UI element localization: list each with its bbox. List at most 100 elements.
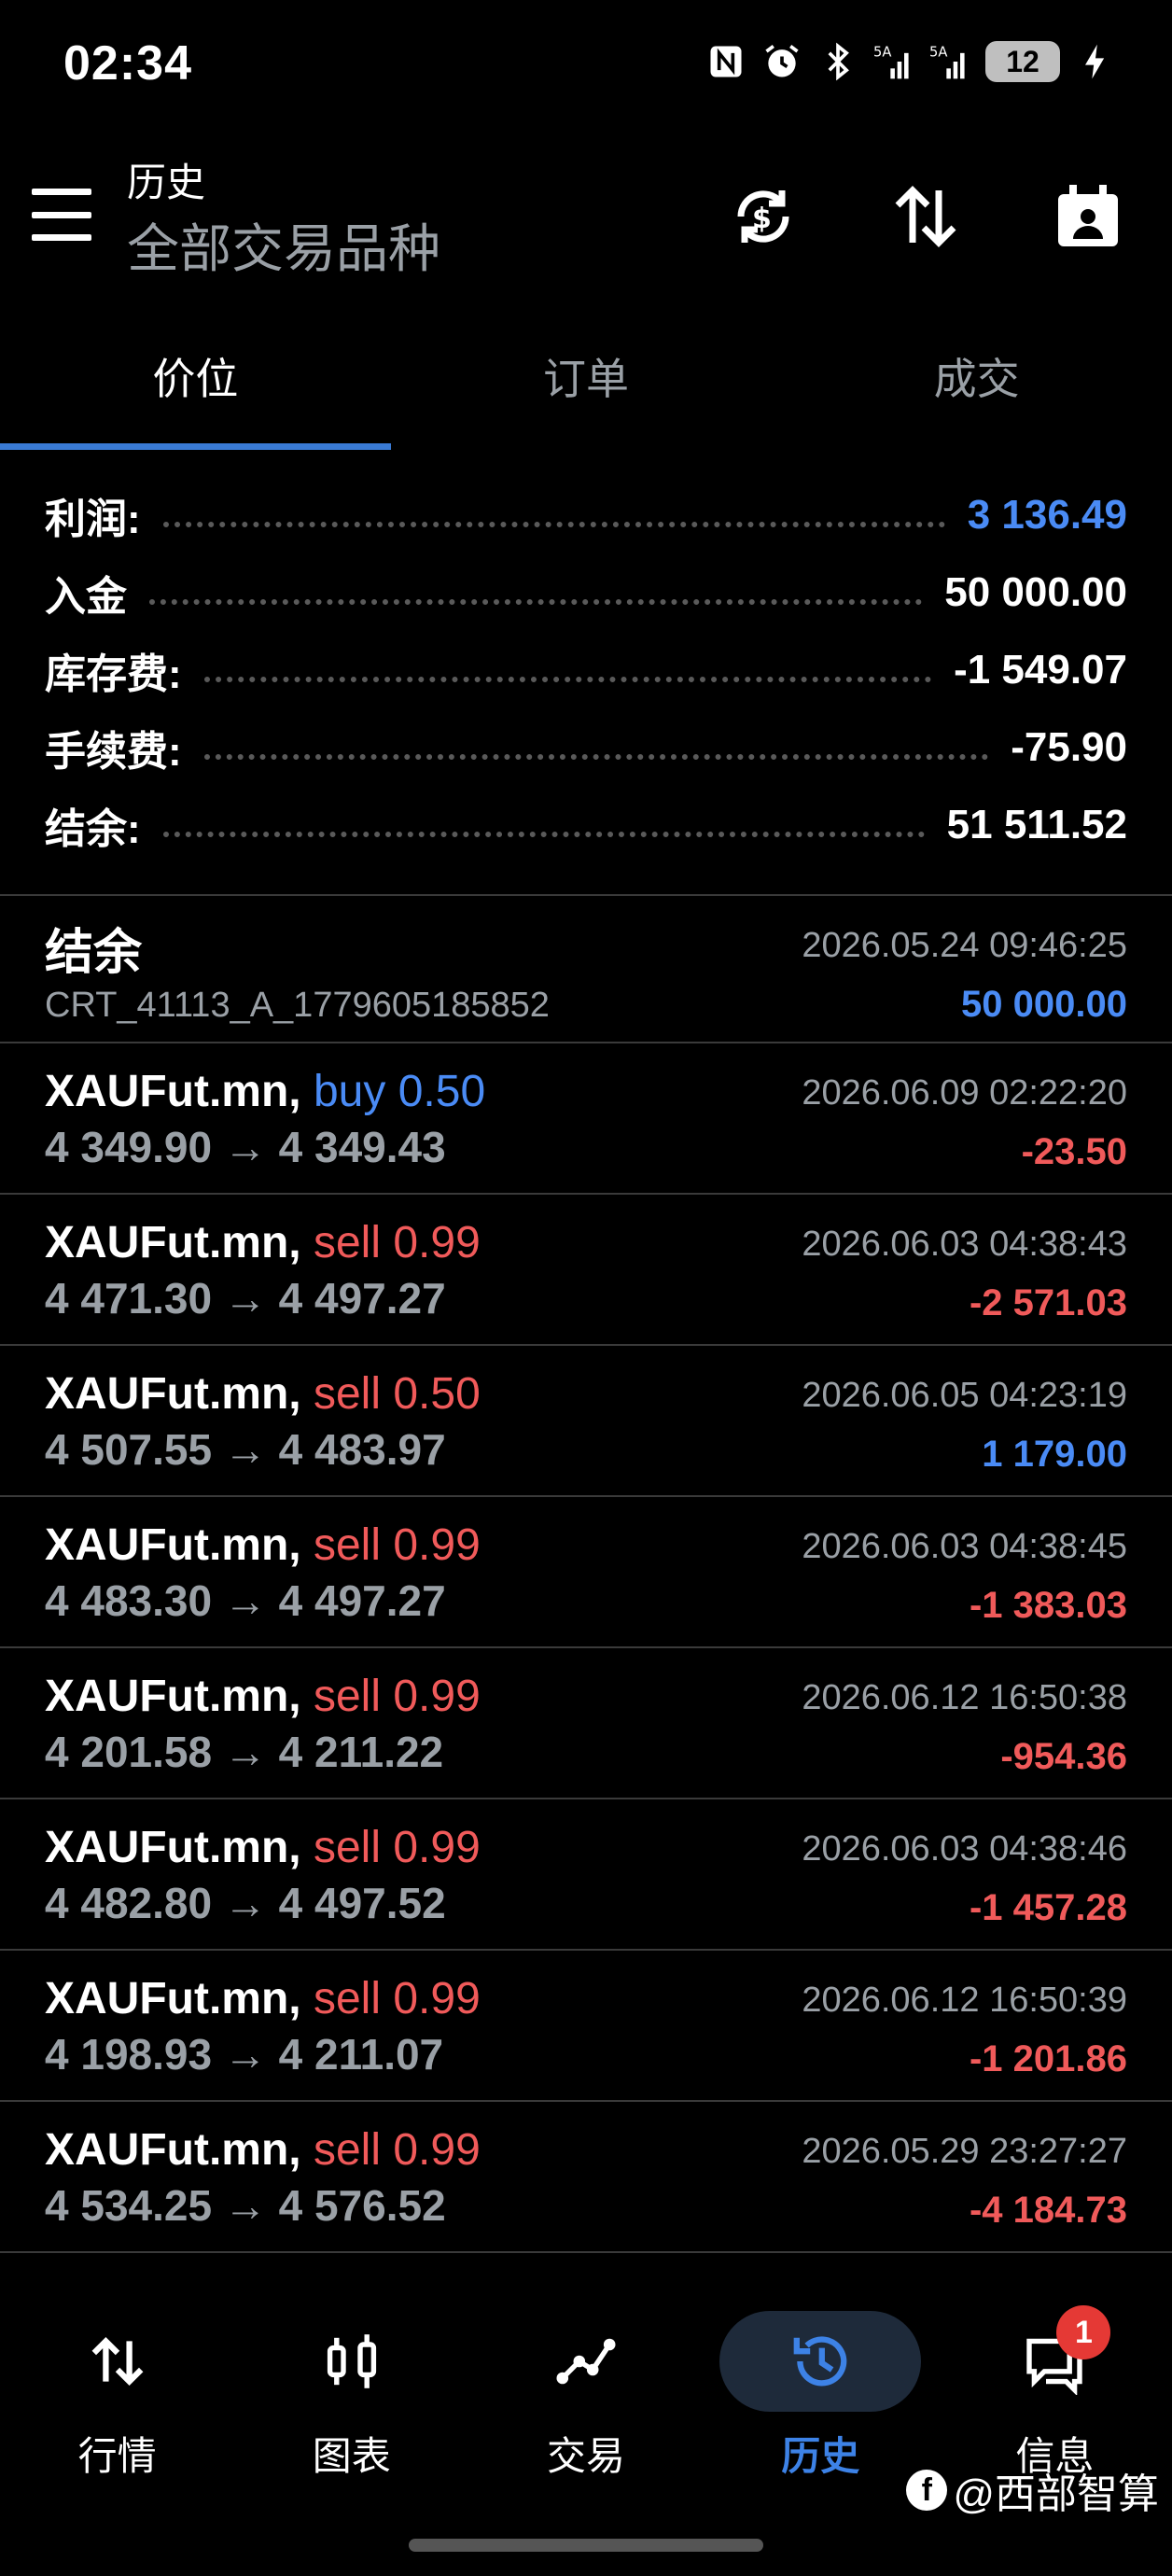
summary-panel: 利润: 3 136.49 入金 50 000.00 库存费: -1 549.07…	[0, 476, 1172, 863]
nav-quotes[interactable]: 行情	[0, 2277, 234, 2492]
deal-side: sell 0.99	[313, 1218, 481, 1267]
deal-symbol-name: XAUFut.mn,	[45, 1218, 301, 1267]
deal-prices: 4 471.30 → 4 497.27	[45, 1274, 446, 1323]
deal-profit: 1 179.00	[982, 1434, 1127, 1475]
deal-side: sell 0.99	[313, 1823, 481, 1872]
symbol-filter[interactable]: 全部交易品种	[127, 207, 440, 283]
sort-icon[interactable]	[881, 172, 970, 261]
deal-side: sell 0.99	[313, 1672, 481, 1721]
deal-symbol: XAUFut.mn, sell 0.99	[45, 2124, 481, 2176]
balance-entry-amount: 50 000.00	[961, 984, 1127, 1025]
watermark: f @西部智算	[906, 2460, 1159, 2520]
app-bar: 历史 全部交易品种 $	[0, 131, 1172, 299]
deal-symbol-name: XAUFut.mn,	[45, 2125, 301, 2175]
deal-profit: -1 201.86	[969, 2038, 1127, 2079]
svg-text:5A: 5A	[929, 45, 947, 61]
deal-symbol: XAUFut.mn, buy 0.50	[45, 1066, 485, 1117]
deal-row[interactable]: XAUFut.mn, buy 0.50 4 349.90 → 4 349.43 20…	[0, 1043, 1172, 1195]
deal-row[interactable]: XAUFut.mn, sell 0.99 4 482.80 → 4 497.52 2…	[0, 1799, 1172, 1951]
deal-row[interactable]: XAUFut.mn, sell 0.99 4 534.25 → 4 576.52 2…	[0, 2102, 1172, 2253]
status-time: 02:34	[63, 36, 192, 91]
deal-time: 2026.06.09 02:22:20	[802, 1073, 1127, 1113]
history-clock-icon	[793, 2336, 847, 2387]
deal-profit: -4 184.73	[969, 2190, 1127, 2231]
summary-label: 库存费:	[45, 651, 182, 697]
deal-symbol: XAUFut.mn, sell 0.99	[45, 1217, 481, 1268]
balance-entry-id: CRT_41113_A_1779605185852	[45, 986, 550, 1025]
deal-prices: 4 201.58 → 4 211.22	[45, 1728, 444, 1776]
dotted-leader	[149, 595, 923, 605]
deal-prices: 4 483.30 → 4 497.27	[45, 1576, 446, 1625]
signal-5g-icon: 5A	[873, 41, 914, 82]
summary-value: 51 511.52	[946, 801, 1127, 847]
sync-currency-icon[interactable]: $	[719, 172, 808, 261]
tab-orders[interactable]: 订单	[391, 327, 782, 450]
deal-side: buy 0.50	[313, 1067, 486, 1116]
deal-row[interactable]: XAUFut.mn, sell 0.99 4 471.30 → 4 497.27 2…	[0, 1195, 1172, 1346]
deal-symbol: XAUFut.mn, sell 0.99	[45, 1519, 481, 1571]
summary-value: 3 136.49	[967, 491, 1127, 538]
nav-label: 行情	[77, 2434, 157, 2478]
dotted-leader	[162, 828, 925, 837]
deal-symbol-name: XAUFut.mn,	[45, 1067, 301, 1116]
deal-profit: -2 571.03	[969, 1282, 1127, 1323]
deal-time: 2026.06.03 04:38:46	[802, 1829, 1127, 1869]
deal-row[interactable]: XAUFut.mn, sell 0.99 4 483.30 → 4 497.27 2…	[0, 1497, 1172, 1648]
deal-symbol-name: XAUFut.mn,	[45, 1974, 301, 2023]
menu-icon[interactable]	[32, 189, 91, 241]
bluetooth-icon	[817, 41, 858, 82]
deal-symbol: XAUFut.mn, sell 0.99	[45, 1671, 481, 1722]
tab-deals[interactable]: 成交	[781, 327, 1172, 450]
quotes-arrows-icon	[91, 2336, 144, 2387]
nfc-icon	[705, 41, 746, 82]
deal-time: 2026.06.12 16:50:38	[802, 1678, 1127, 1717]
tab-positions[interactable]: 价位	[0, 327, 391, 450]
balance-entry-time: 2026.05.24 09:46:25	[802, 926, 1127, 965]
calendar-icon[interactable]	[1043, 172, 1133, 261]
deal-side: sell 0.50	[313, 1369, 481, 1419]
svg-text:5A: 5A	[873, 45, 891, 61]
deal-row[interactable]: XAUFut.mn, sell 0.50 4 507.55 → 4 483.97 2…	[0, 1346, 1172, 1497]
deal-prices: 4 507.55 → 4 483.97	[45, 1425, 446, 1474]
nav-charts[interactable]: 图表	[234, 2277, 468, 2492]
deal-profit: -1 457.28	[969, 1887, 1127, 1928]
deal-row[interactable]: XAUFut.mn, sell 0.99 4 198.93 → 4 211.07 2…	[0, 1951, 1172, 2102]
nav-label: 交易	[547, 2434, 626, 2478]
alarm-icon	[761, 41, 802, 82]
nav-history[interactable]: 历史	[704, 2277, 938, 2492]
page-title: 历史	[127, 161, 206, 204]
deal-symbol-name: XAUFut.mn,	[45, 1369, 301, 1419]
watermark-text: @西部智算	[953, 2471, 1159, 2517]
status-icons: 5A 5A 12	[705, 41, 1116, 82]
deal-symbol-name: XAUFut.mn,	[45, 1823, 301, 1872]
deal-prices: 4 349.90 → 4 349.43	[45, 1123, 446, 1171]
home-indicator[interactable]	[409, 2539, 763, 2552]
history-list: 结余 CRT_41113_A_1779605185852 2026.05.24 …	[0, 896, 1172, 2253]
deal-symbol: XAUFut.mn, sell 0.99	[45, 1973, 481, 2024]
deal-time: 2026.06.03 04:38:45	[802, 1527, 1127, 1566]
summary-label: 利润:	[45, 496, 141, 542]
deal-time: 2026.06.05 04:23:19	[802, 1376, 1127, 1415]
trade-line-icon	[556, 2338, 616, 2385]
deal-profit: -1 383.03	[969, 1585, 1127, 1626]
balance-entry[interactable]: 结余 CRT_41113_A_1779605185852 2026.05.24 …	[0, 896, 1172, 1043]
deal-symbol: XAUFut.mn, sell 0.99	[45, 1822, 481, 1873]
deal-time: 2026.05.29 23:27:27	[802, 2132, 1127, 2171]
nav-trade[interactable]: 交易	[468, 2277, 703, 2492]
status-bar: 02:34 5A 5A 12	[0, 0, 1172, 131]
summary-value: 50 000.00	[944, 568, 1127, 615]
signal-5g-icon-2: 5A	[929, 41, 970, 82]
summary-value: -1 549.07	[954, 646, 1127, 693]
summary-row-swap: 库存费: -1 549.07	[0, 631, 1172, 708]
deal-symbol-name: XAUFut.mn,	[45, 1520, 301, 1570]
summary-label: 入金	[45, 573, 127, 620]
summary-row-balance: 结余: 51 511.52	[0, 786, 1172, 863]
deal-prices: 4 534.25 → 4 576.52	[45, 2181, 446, 2230]
deal-profit: -23.50	[1021, 1131, 1127, 1172]
summary-label: 手续费:	[45, 728, 182, 775]
deal-row[interactable]: XAUFut.mn, sell 0.99 4 201.58 → 4 211.22 2…	[0, 1648, 1172, 1799]
charging-icon	[1075, 41, 1116, 82]
balance-entry-title: 结余	[45, 926, 143, 980]
summary-row-profit: 利润: 3 136.49	[0, 476, 1172, 553]
deal-side: sell 0.99	[313, 1520, 481, 1570]
